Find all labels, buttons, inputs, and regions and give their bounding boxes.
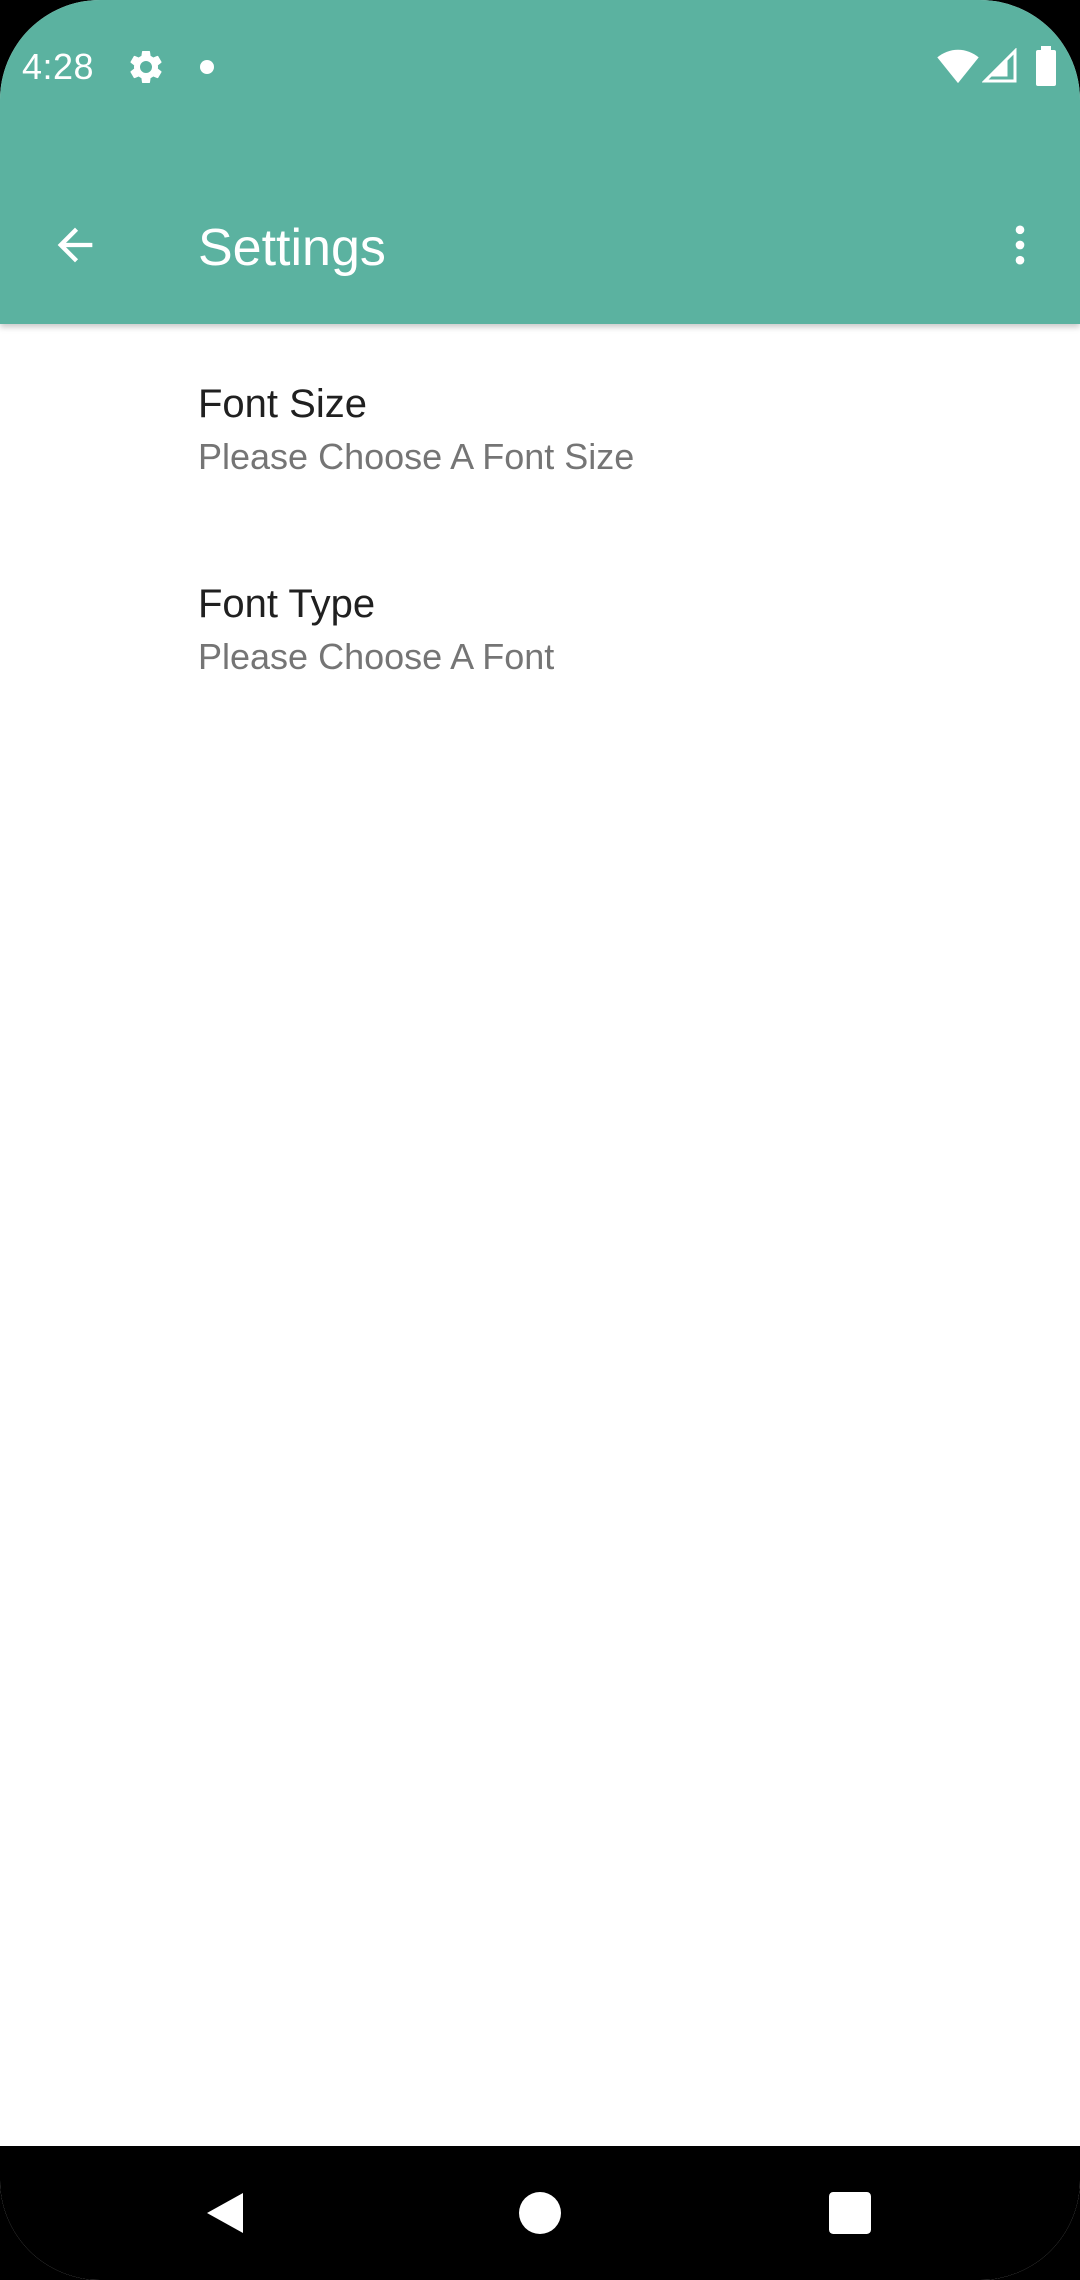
- settings-screen: 4:28 Settings Font Size Please Choose A …: [0, 0, 1080, 2280]
- nav-back-button[interactable]: [150, 2146, 300, 2280]
- notification-dot-icon: [200, 60, 214, 74]
- back-triangle-icon: [207, 2193, 243, 2233]
- preference-summary: Please Choose A Font: [198, 636, 555, 677]
- arrow-back-icon: [57, 227, 93, 263]
- status-time: 4:28: [22, 46, 95, 87]
- signal-icon: [982, 48, 1017, 83]
- page-title: Settings: [198, 219, 386, 277]
- wifi-icon: [937, 49, 979, 84]
- battery-icon: [1036, 46, 1056, 86]
- preference-font-type[interactable]: Font Type Please Choose A Font: [0, 524, 1080, 724]
- more-options-button[interactable]: [982, 200, 1058, 290]
- back-button[interactable]: [30, 200, 120, 290]
- navigation-bar: [0, 2146, 1080, 2280]
- preference-title: Font Type: [198, 582, 376, 626]
- recents-square-icon: [829, 2192, 871, 2234]
- gear-icon: [130, 50, 162, 83]
- preference-list: Font Size Please Choose A Font Size Font…: [0, 324, 1080, 724]
- preference-title: Font Size: [198, 382, 367, 426]
- home-circle-icon: [519, 2192, 561, 2234]
- more-vert-icon: [1015, 225, 1025, 265]
- nav-recents-button[interactable]: [775, 2146, 925, 2280]
- nav-home-button[interactable]: [465, 2146, 615, 2280]
- app-bar: 4:28 Settings: [0, 0, 1080, 324]
- preference-summary: Please Choose A Font Size: [198, 436, 635, 477]
- preference-font-size[interactable]: Font Size Please Choose A Font Size: [0, 324, 1080, 524]
